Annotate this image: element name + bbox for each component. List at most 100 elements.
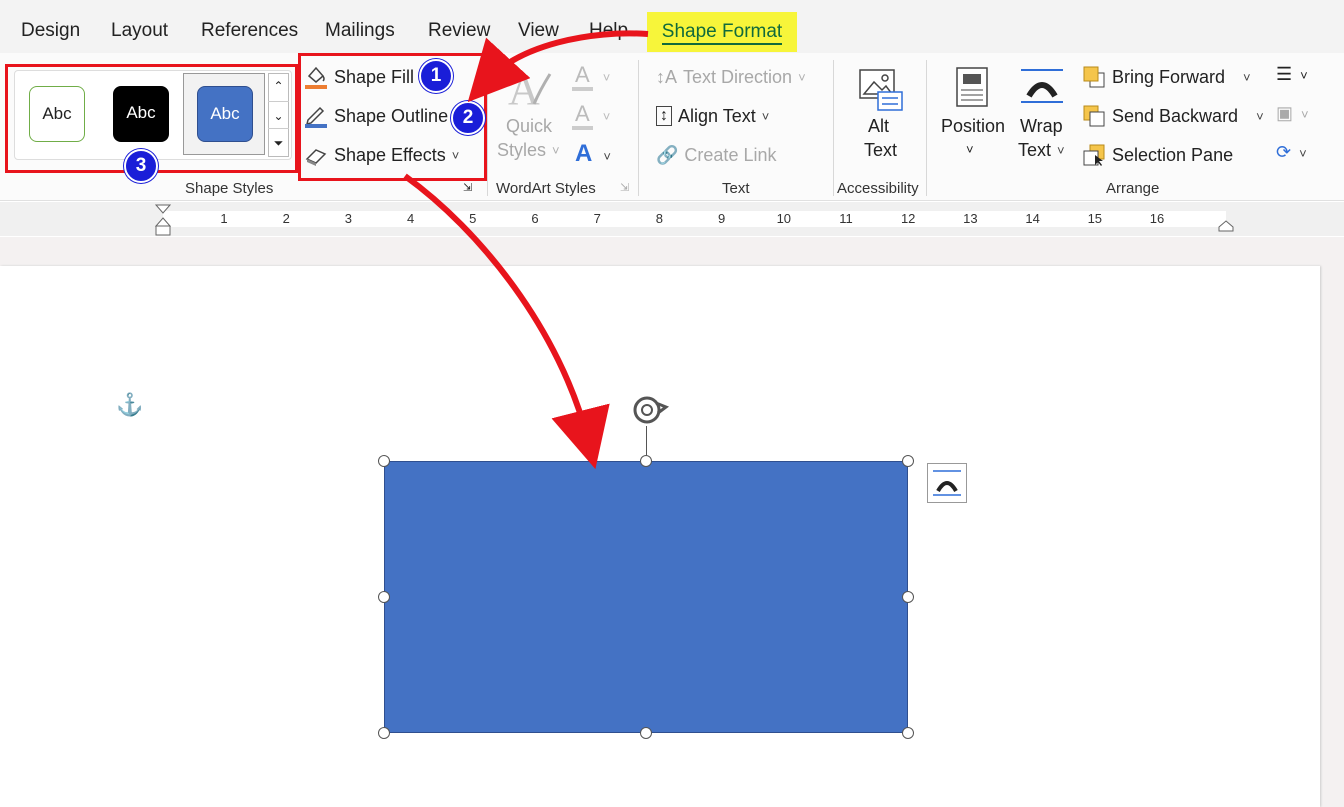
ruler-number: 7 bbox=[593, 211, 601, 226]
badge-1: 1 bbox=[419, 59, 453, 93]
ruler-number: 9 bbox=[717, 211, 726, 226]
tab-view[interactable]: View bbox=[518, 20, 559, 42]
bring-forward-label: Bring Forward bbox=[1112, 66, 1226, 87]
send-backward-button[interactable]: Send Backward ˅ bbox=[1082, 103, 1264, 129]
align-text-label: Align Text bbox=[678, 105, 756, 126]
selection-pane-button[interactable]: Selection Pane bbox=[1082, 142, 1233, 168]
ribbon-divider bbox=[833, 60, 834, 196]
ruler-number: 2 bbox=[282, 211, 290, 226]
chevron-down-icon: ˅ bbox=[1243, 69, 1251, 85]
wrap-text-icon bbox=[933, 470, 961, 496]
quick-styles-icon: A bbox=[504, 64, 554, 114]
create-link-button[interactable]: 🔗 Create Link bbox=[656, 142, 776, 168]
wrap-text-label-2: Text bbox=[1018, 140, 1052, 160]
resize-handle-left[interactable] bbox=[378, 591, 390, 603]
ruler-number: 8 bbox=[655, 211, 663, 226]
wrap-text-button-line2[interactable]: Text ˅ bbox=[1018, 140, 1065, 161]
wrap-text-icon bbox=[1019, 66, 1065, 106]
ruler-number: 16 bbox=[1149, 211, 1165, 226]
quick-styles-button-line2[interactable]: Styles ˅ bbox=[497, 140, 560, 161]
resize-handle-top-right[interactable] bbox=[902, 455, 914, 467]
send-backward-label: Send Backward bbox=[1112, 105, 1239, 126]
wrap-text-button[interactable]: Wrap bbox=[1020, 116, 1063, 137]
send-backward-icon bbox=[1083, 105, 1105, 127]
ruler-number: 14 bbox=[1025, 211, 1040, 226]
wrap-text-label-1: Wrap bbox=[1020, 116, 1063, 136]
resize-handle-bottom-right[interactable] bbox=[902, 727, 914, 739]
tab-shape-format-label: Shape Format bbox=[661, 21, 783, 45]
ruler-number: 11 bbox=[839, 211, 853, 226]
ruler-number: 5 bbox=[469, 211, 477, 226]
badge-2: 2 bbox=[451, 101, 485, 135]
align-text-icon: ↕ bbox=[656, 106, 672, 126]
alt-text-label-1: Alt bbox=[868, 116, 890, 136]
text-direction-button[interactable]: ↕A Text Direction ˅ bbox=[656, 64, 806, 90]
ribbon-divider bbox=[487, 60, 488, 196]
text-direction-label: Text Direction bbox=[683, 66, 793, 87]
chevron-down-icon: ˅ bbox=[552, 143, 560, 158]
ruler-number: 13 bbox=[963, 211, 978, 226]
resize-handle-right[interactable] bbox=[902, 591, 914, 603]
shape-styles-launcher-icon[interactable]: ⇲ bbox=[463, 181, 475, 194]
group-label-wordart: WordArt Styles bbox=[496, 180, 596, 197]
tab-shape-format[interactable]: Shape Format bbox=[647, 12, 797, 52]
align-text-button[interactable]: ↕ Align Text ˅ bbox=[656, 103, 769, 129]
ruler-number: 1 bbox=[220, 211, 228, 226]
ruler-number: 12 bbox=[900, 211, 916, 226]
text-effects-icon[interactable]: A ˅ bbox=[572, 140, 622, 168]
position-button[interactable]: Position bbox=[941, 116, 1005, 137]
chevron-down-icon: ˅ bbox=[798, 69, 806, 85]
anchor-icon: ⚓ bbox=[116, 392, 144, 417]
right-indent-marker-icon[interactable] bbox=[1218, 219, 1234, 232]
rotate-icon[interactable]: ⟳ ˅ bbox=[1276, 142, 1326, 168]
chevron-down-icon: ˅ bbox=[1057, 143, 1065, 158]
svg-text:A: A bbox=[508, 65, 540, 114]
link-icon: 🔗 bbox=[656, 144, 679, 165]
tab-mailings[interactable]: Mailings bbox=[325, 20, 395, 42]
text-outline-icon[interactable]: A ˅ bbox=[572, 101, 622, 130]
position-label: Position bbox=[941, 116, 1006, 136]
indent-marker-icon[interactable] bbox=[154, 204, 172, 236]
tab-help[interactable]: Help bbox=[589, 20, 628, 42]
selection-pane-label: Selection Pane bbox=[1112, 144, 1234, 165]
bring-forward-button[interactable]: Bring Forward ˅ bbox=[1082, 64, 1251, 90]
selected-rectangle-shape[interactable] bbox=[384, 461, 908, 733]
resize-handle-bottom[interactable] bbox=[640, 727, 652, 739]
resize-handle-top[interactable] bbox=[640, 455, 652, 467]
ruler-number: 3 bbox=[344, 211, 352, 226]
alt-text-button-line2[interactable]: Text bbox=[864, 140, 897, 161]
quick-styles-button[interactable]: Quick bbox=[506, 116, 552, 137]
badge-3: 3 bbox=[124, 149, 158, 183]
resize-handle-bottom-left[interactable] bbox=[378, 727, 390, 739]
tab-layout[interactable]: Layout bbox=[111, 20, 168, 42]
bring-forward-icon bbox=[1083, 66, 1105, 88]
ruler-number: 10 bbox=[776, 211, 792, 226]
text-direction-icon: ↕A bbox=[656, 66, 678, 87]
create-link-label: Create Link bbox=[684, 144, 777, 165]
tab-review[interactable]: Review bbox=[428, 20, 490, 42]
chevron-down-icon: ˅ bbox=[966, 142, 974, 157]
alt-text-icon bbox=[858, 68, 904, 112]
ruler-number: 4 bbox=[406, 211, 415, 226]
ribbon-divider bbox=[926, 60, 927, 196]
group-label-accessibility: Accessibility bbox=[837, 180, 919, 197]
layout-options-button[interactable] bbox=[927, 463, 967, 503]
chevron-down-icon: ˅ bbox=[761, 108, 770, 124]
ruler-text-area bbox=[163, 211, 1226, 227]
selection-pane-icon bbox=[1083, 144, 1105, 166]
tab-references[interactable]: References bbox=[201, 20, 298, 42]
wordart-launcher-icon[interactable]: ⇲ bbox=[620, 181, 629, 194]
group-label-arrange: Arrange bbox=[1106, 180, 1160, 197]
group-icon[interactable]: ▣ ˅ bbox=[1276, 103, 1326, 129]
group-label-text: Text bbox=[722, 180, 750, 197]
resize-handle-top-left[interactable] bbox=[378, 455, 390, 467]
group-label-shape-styles: Shape Styles bbox=[185, 180, 274, 197]
position-icon bbox=[955, 66, 991, 110]
alt-text-button[interactable]: Alt bbox=[868, 116, 889, 137]
ruler-number: 15 bbox=[1087, 211, 1103, 226]
rotate-handle-icon[interactable] bbox=[630, 393, 670, 427]
align-icon[interactable]: ☰ ˅ bbox=[1276, 64, 1326, 90]
ribbon-divider bbox=[638, 60, 639, 196]
text-fill-icon[interactable]: A ˅ bbox=[572, 62, 622, 91]
tab-design[interactable]: Design bbox=[21, 20, 80, 42]
